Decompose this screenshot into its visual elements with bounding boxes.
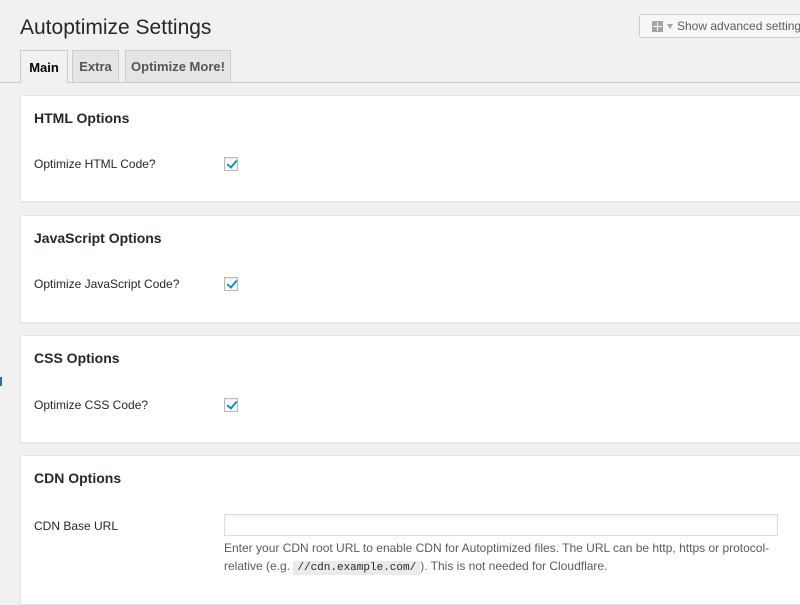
optimize-html-label: Optimize HTML Code? xyxy=(34,157,156,171)
screen-options-icon xyxy=(652,20,663,32)
tab-main[interactable]: Main xyxy=(20,50,68,83)
show-advanced-settings-button[interactable]: Show advanced settings xyxy=(639,14,800,38)
html-options-card: HTML Options Optimize HTML Code? xyxy=(20,95,800,202)
optimize-css-label: Optimize CSS Code? xyxy=(34,398,149,412)
optimize-html-checkbox[interactable] xyxy=(224,157,238,171)
caret-down-icon xyxy=(667,23,673,29)
css-options-title: CSS Options xyxy=(34,350,120,366)
javascript-options-card: JavaScript Options Optimize JavaScript C… xyxy=(20,215,800,323)
cdn-base-url-description: Enter your CDN root URL to enable CDN fo… xyxy=(224,539,784,577)
tab-optimize-more[interactable]: Optimize More! xyxy=(125,50,231,82)
html-options-title: HTML Options xyxy=(34,110,130,126)
show-advanced-settings-label: Show advanced settings xyxy=(677,19,800,33)
cdn-base-url-input[interactable] xyxy=(224,514,778,536)
css-options-card: CSS Options Optimize CSS Code? xyxy=(20,335,800,443)
cdn-example-code: //cdn.example.com/ xyxy=(293,561,421,575)
cdn-description-tail: ). This is not needed for Cloudflare. xyxy=(420,559,608,573)
javascript-options-title: JavaScript Options xyxy=(34,230,162,246)
cdn-base-url-label: CDN Base URL xyxy=(34,519,119,533)
optimize-javascript-checkbox[interactable] xyxy=(224,277,238,291)
settings-tabs: Main Extra Optimize More! xyxy=(0,50,800,83)
page-title: Autoptimize Settings xyxy=(20,16,212,39)
tab-extra[interactable]: Extra xyxy=(72,50,119,82)
cdn-options-card: CDN Options CDN Base URL Enter your CDN … xyxy=(20,455,800,605)
admin-menu-edge xyxy=(0,377,2,386)
optimize-css-checkbox[interactable] xyxy=(224,398,238,412)
optimize-javascript-label: Optimize JavaScript Code? xyxy=(34,277,180,291)
cdn-options-title: CDN Options xyxy=(34,470,122,486)
